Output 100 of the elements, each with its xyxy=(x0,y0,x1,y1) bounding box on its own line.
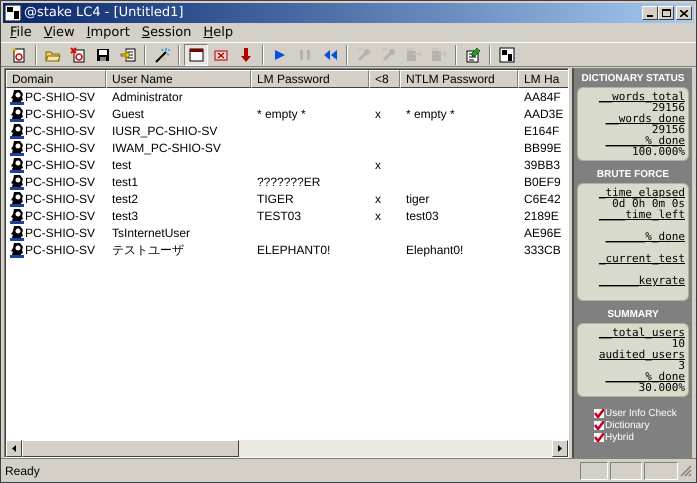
table-cell-text: Elephant0! xyxy=(406,242,464,258)
readout-label: __words_done xyxy=(604,113,685,124)
table-cell-text: PC-SHIO-SV xyxy=(25,208,96,224)
table-cell-text: TIGER xyxy=(257,190,294,207)
magic-wand-icon xyxy=(154,46,170,62)
column-header[interactable]: Domain xyxy=(6,70,106,88)
column-header[interactable]: <8 xyxy=(369,70,400,88)
table-cell-text: x xyxy=(375,208,381,224)
user-icon xyxy=(9,140,25,156)
table-cell-text: PC-SHIO-SV xyxy=(25,174,96,190)
table-cell-text: x xyxy=(375,106,381,122)
status-pane xyxy=(610,462,642,480)
menu-item[interactable]: View xyxy=(38,22,80,42)
readout-value: 10 xyxy=(672,338,685,349)
table-cell-text: AA84F xyxy=(524,88,561,105)
menu-item[interactable]: Help xyxy=(198,22,238,42)
section-heading: DICTIONARY STATUS xyxy=(582,73,684,85)
table-cell-text: test3 xyxy=(112,208,138,224)
menu-item[interactable]: Session xyxy=(136,22,196,42)
checkbox[interactable] xyxy=(594,408,604,418)
export-icon xyxy=(431,46,447,62)
readout-label: ______%_done xyxy=(604,231,685,242)
table-cell-text: test2 xyxy=(112,190,138,207)
table-cell-text: PC-SHIO-SV xyxy=(25,224,96,241)
page-icon xyxy=(70,46,86,62)
readout-label: __total_users xyxy=(598,327,685,338)
table-cell-text: test xyxy=(112,156,132,173)
down-arrow-icon xyxy=(238,46,254,62)
table-cell-text: 333CB xyxy=(524,242,561,258)
user-icon xyxy=(9,122,25,138)
table-cell-text: PC-SHIO-SV xyxy=(25,156,96,173)
table-cell-text: PC-SHIO-SV xyxy=(25,242,96,258)
readout-label: _time_elapsed xyxy=(598,187,685,198)
table-cell-text: TsInternetUser xyxy=(112,224,190,241)
table-cell-text: test03 xyxy=(406,208,439,224)
readout-value: 30.000% xyxy=(638,382,685,393)
readout-label: ______%_done xyxy=(604,371,685,382)
table-cell-text: * empty * xyxy=(406,106,455,122)
table-cell-text: PC-SHIO-SV xyxy=(25,190,96,207)
table-cell-text: IUSR_PC-SHIO-SV xyxy=(112,122,218,139)
checkbox[interactable] xyxy=(594,432,604,442)
table-cell-text: Administrator xyxy=(112,88,183,105)
logo-icon xyxy=(499,46,515,62)
left-arrow-icon xyxy=(12,445,16,452)
user-icon xyxy=(9,88,25,104)
window-title: @stake LC4 - [Untitled1] xyxy=(24,4,184,22)
readout-label: _current_test xyxy=(598,253,685,264)
column-header[interactable]: LM Ha xyxy=(518,70,568,88)
close-button[interactable] xyxy=(676,6,692,20)
checkbox-label: User Info Check xyxy=(605,406,677,420)
column-header[interactable]: User Name xyxy=(106,70,251,88)
scrollbar-thumb[interactable] xyxy=(22,440,239,457)
table-cell-text: PC-SHIO-SV xyxy=(25,88,96,105)
column-header[interactable]: NTLM Password xyxy=(400,70,518,88)
window-icon xyxy=(188,46,204,62)
user-icon xyxy=(9,242,25,258)
table-cell-text: ELEPHANT0! xyxy=(257,242,330,258)
table-cell-text: AE96E xyxy=(524,224,562,241)
checkbox[interactable] xyxy=(594,420,604,430)
menu-item[interactable]: Import xyxy=(82,22,135,42)
status-pane xyxy=(580,462,608,480)
table-cell-text: PC-SHIO-SV xyxy=(25,140,96,156)
table-cell-text: Guest xyxy=(112,106,144,122)
column-header[interactable]: LM Password xyxy=(251,70,369,88)
table-cell-text: IWAM_PC-SHIO-SV xyxy=(112,140,221,156)
readout-label: ____time_left xyxy=(598,209,685,220)
readout-label: audited_users xyxy=(598,349,685,360)
scroll-left-button[interactable] xyxy=(6,440,22,457)
user-icon xyxy=(9,174,25,190)
maximize-button[interactable] xyxy=(658,6,674,20)
key-icon xyxy=(356,46,372,62)
user-icon xyxy=(9,208,25,224)
table-cell-text: TEST03 xyxy=(257,208,302,224)
status-text: Ready xyxy=(5,462,41,480)
table-cell-text: PC-SHIO-SV xyxy=(25,122,96,139)
readout-value: 3 xyxy=(678,360,685,371)
minimize-button[interactable] xyxy=(642,6,658,20)
readout-label: ______%_done xyxy=(604,135,685,146)
checkbox-label: Hybrid xyxy=(605,430,634,444)
table-cell-text: test1 xyxy=(112,174,138,190)
close-icon xyxy=(680,10,688,16)
table-cell-text: * empty * xyxy=(257,106,306,122)
readout-value: 0d 0h 0m 0s xyxy=(612,198,685,209)
table-cell-text: ???????ER xyxy=(257,174,320,190)
resize-grip-icon[interactable] xyxy=(680,464,692,476)
table-cell-text: テストユーザ xyxy=(112,242,184,258)
scroll-right-button[interactable] xyxy=(552,440,568,457)
user-icon xyxy=(9,156,25,172)
readout-label: __words_total xyxy=(598,91,685,102)
window-button[interactable] xyxy=(184,44,208,66)
readout-value: 29156 xyxy=(652,124,685,135)
menu-item[interactable]: File xyxy=(5,22,37,42)
table-cell-text: PC-SHIO-SV xyxy=(25,106,96,122)
table-cell-text: BB99E xyxy=(524,140,562,156)
status-pane xyxy=(644,462,678,480)
readout-value: 100.000% xyxy=(632,146,685,157)
table-cell-text: x xyxy=(375,156,381,173)
table-cell-text: B0EF9 xyxy=(524,174,561,190)
table-cell-text: tiger xyxy=(406,190,430,207)
export-icon xyxy=(406,46,422,62)
